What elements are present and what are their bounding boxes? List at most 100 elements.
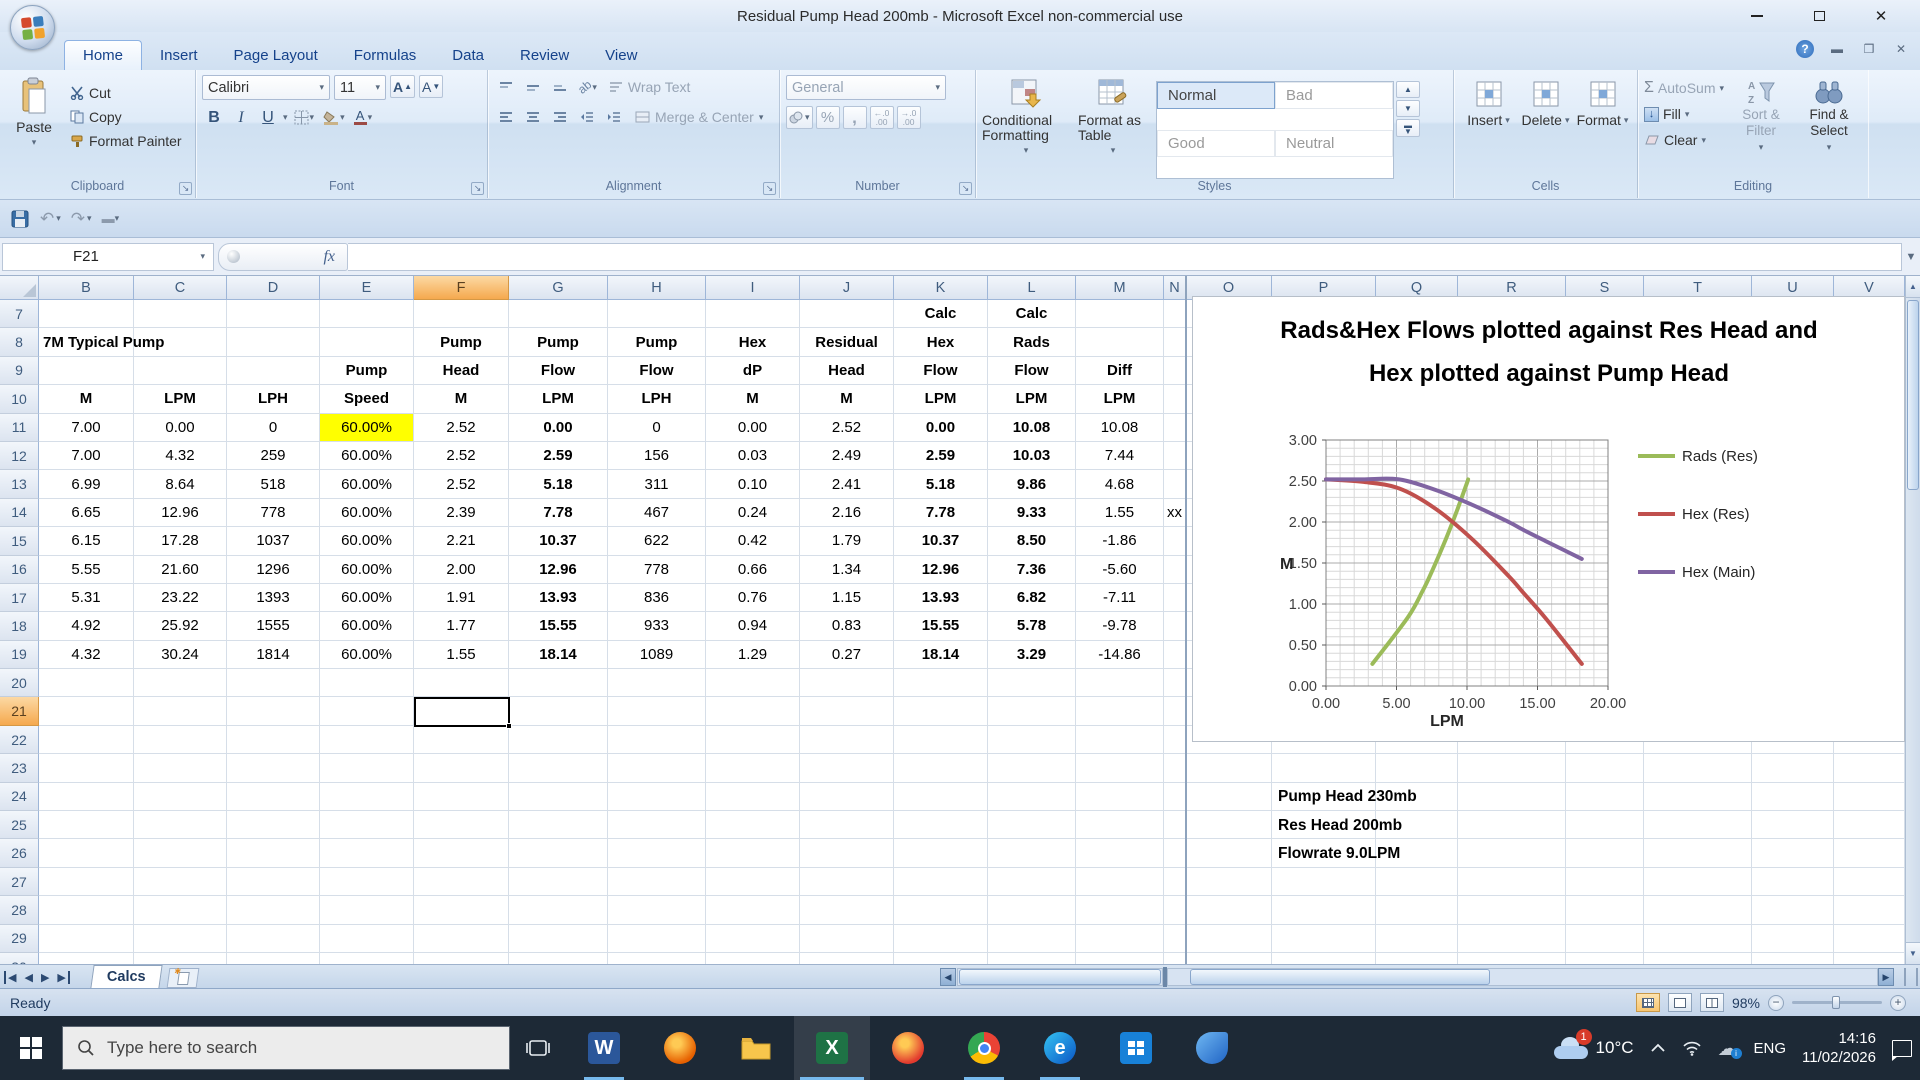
cell-E23[interactable]: [320, 754, 414, 783]
row-header-9[interactable]: 9: [0, 356, 39, 386]
cell-E24[interactable]: [320, 782, 414, 812]
cell-J7[interactable]: [800, 300, 894, 329]
cell-N14[interactable]: xx: [1164, 498, 1186, 528]
cell-C19[interactable]: 30.24: [134, 640, 227, 670]
row-header-21[interactable]: 21: [0, 697, 39, 726]
cell-K18[interactable]: 15.55: [894, 612, 988, 641]
cell-H23[interactable]: [608, 754, 706, 783]
cell-style-good[interactable]: Good: [1157, 130, 1275, 157]
sort-filter-button[interactable]: A Z Sort & Filter ▾: [1730, 75, 1792, 179]
cell-F7[interactable]: [414, 300, 509, 329]
cell-J27[interactable]: [800, 867, 894, 897]
cell-J20[interactable]: [800, 669, 894, 698]
cell-M19[interactable]: -14.86: [1076, 640, 1164, 670]
cell-D11[interactable]: 0: [227, 413, 320, 442]
cell-F16[interactable]: 2.00: [414, 555, 509, 584]
cell-N23[interactable]: [1164, 754, 1186, 783]
cell-H21[interactable]: [608, 697, 706, 726]
language-indicator[interactable]: ENG: [1754, 1040, 1787, 1057]
cell-J25[interactable]: [800, 811, 894, 840]
hscroll-thumb-left[interactable]: [959, 969, 1161, 985]
cell-U24[interactable]: [1752, 782, 1834, 812]
cell-C24[interactable]: [134, 782, 227, 812]
column-header-C[interactable]: C: [134, 276, 227, 300]
cell-K19[interactable]: 18.14: [894, 640, 988, 670]
cell-G19[interactable]: 18.14: [509, 640, 608, 670]
file-explorer-taskbar-icon[interactable]: [718, 1016, 794, 1080]
cell-C22[interactable]: [134, 725, 227, 755]
cell-M8[interactable]: [1076, 328, 1164, 357]
cell-S24[interactable]: [1566, 782, 1644, 812]
column-header-I[interactable]: I: [706, 276, 800, 300]
cell-G15[interactable]: 10.37: [509, 527, 608, 556]
cell-J12[interactable]: 2.49: [800, 441, 894, 471]
cell-V25[interactable]: [1834, 811, 1905, 840]
clock[interactable]: 14:16 11/02/2026: [1802, 1029, 1876, 1067]
office-button[interactable]: [10, 5, 55, 50]
action-center-icon[interactable]: [1892, 1039, 1912, 1061]
cell-N22[interactable]: [1164, 725, 1186, 755]
cell-B26[interactable]: [39, 839, 134, 868]
cell-E27[interactable]: [320, 867, 414, 897]
cell-Q30[interactable]: [1376, 952, 1458, 964]
cell-N10[interactable]: [1164, 385, 1186, 414]
cell-M9[interactable]: Diff: [1076, 356, 1164, 386]
hscroll-right-icon[interactable]: ▶: [1878, 968, 1894, 986]
merge-center-button[interactable]: Merge & Center ▾: [635, 105, 763, 129]
cell-G30[interactable]: [509, 952, 608, 964]
cell-K12[interactable]: 2.59: [894, 441, 988, 471]
cell-B9[interactable]: [39, 356, 134, 386]
cell-R25[interactable]: [1458, 811, 1566, 840]
last-sheet-icon[interactable]: ▶: [57, 970, 70, 984]
cell-C23[interactable]: [134, 754, 227, 783]
cell-B10[interactable]: M: [39, 385, 134, 414]
cell-N19[interactable]: [1164, 640, 1186, 670]
tab-formulas[interactable]: Formulas: [336, 40, 435, 70]
cell-J30[interactable]: [800, 952, 894, 964]
cell-J24[interactable]: [800, 782, 894, 812]
cell-N30[interactable]: [1164, 952, 1186, 964]
cell-K24[interactable]: [894, 782, 988, 812]
cell-I27[interactable]: [706, 867, 800, 897]
cell-C29[interactable]: [134, 924, 227, 953]
cell-O30[interactable]: [1186, 952, 1272, 964]
column-header-G[interactable]: G: [509, 276, 608, 300]
cell-D14[interactable]: 778: [227, 498, 320, 528]
cell-D20[interactable]: [227, 669, 320, 698]
cell-K10[interactable]: LPM: [894, 385, 988, 414]
align-center-icon[interactable]: [521, 106, 545, 129]
tab-review[interactable]: Review: [502, 40, 587, 70]
cell-E12[interactable]: 60.00%: [320, 441, 414, 471]
column-header-F[interactable]: F: [414, 276, 509, 300]
cell-M24[interactable]: [1076, 782, 1164, 812]
help-icon[interactable]: ?: [1796, 40, 1814, 58]
cell-J17[interactable]: 1.15: [800, 583, 894, 613]
cell-C26[interactable]: [134, 839, 227, 868]
cell-U29[interactable]: [1752, 924, 1834, 953]
cell-C10[interactable]: LPM: [134, 385, 227, 414]
cell-B16[interactable]: 5.55: [39, 555, 134, 584]
cell-Q29[interactable]: [1376, 924, 1458, 953]
cell-F29[interactable]: [414, 924, 509, 953]
cell-N13[interactable]: [1164, 470, 1186, 499]
row-header-16[interactable]: 16: [0, 555, 39, 584]
cell-H11[interactable]: 0: [608, 413, 706, 442]
cell-B30[interactable]: [39, 952, 134, 964]
cell-T28[interactable]: [1644, 896, 1752, 925]
cell-K21[interactable]: [894, 697, 988, 726]
cell-I25[interactable]: [706, 811, 800, 840]
cell-Q23[interactable]: [1376, 754, 1458, 783]
cell-J29[interactable]: [800, 924, 894, 953]
fill-handle[interactable]: [506, 723, 512, 729]
cell-H20[interactable]: [608, 669, 706, 698]
onedrive-icon[interactable]: ☁ i: [1718, 1036, 1742, 1061]
cell-L24[interactable]: [988, 782, 1076, 812]
scroll-up-icon[interactable]: ▲: [1906, 276, 1920, 298]
accounting-format-button[interactable]: ▾: [786, 106, 813, 129]
cell-M16[interactable]: -5.60: [1076, 555, 1164, 584]
cell-N17[interactable]: [1164, 583, 1186, 613]
cell-H15[interactable]: 622: [608, 527, 706, 556]
decrease-indent-icon[interactable]: [575, 106, 599, 129]
cell-F9[interactable]: Head: [414, 356, 509, 386]
percent-style-button[interactable]: %: [815, 106, 840, 129]
